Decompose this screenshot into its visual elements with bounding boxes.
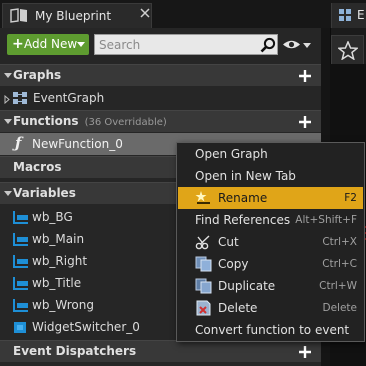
context-menu: Open Graph Open in New Tab Rename F2 Fin… <box>176 142 365 342</box>
section-title: Macros <box>13 160 62 174</box>
menu-item-label: Rename <box>218 191 268 205</box>
menu-item-shortcut: Delete <box>322 302 358 314</box>
collapse-arrow-icon[interactable] <box>4 73 12 78</box>
section-title: Functions (36 Overridable) <box>13 114 167 128</box>
variable-icon <box>12 254 30 271</box>
search-input[interactable] <box>95 35 263 54</box>
search-icon[interactable] <box>260 37 276 56</box>
close-icon[interactable] <box>140 8 152 20</box>
tab-my-blueprint[interactable]: My Blueprint <box>2 3 152 28</box>
menu-item-copy[interactable]: Copy Ctrl+C <box>178 253 363 275</box>
menu-item-duplicate[interactable]: Duplicate Ctrl+W <box>178 275 363 297</box>
book-icon <box>10 8 28 26</box>
menu-item-label: Copy <box>218 257 249 271</box>
add-function-button[interactable] <box>297 114 313 130</box>
menu-item-label: Convert function to event <box>195 323 350 337</box>
add-new-button[interactable]: + Add New <box>7 34 89 55</box>
item-label: wb_Wrong <box>32 298 94 312</box>
duplicate-icon <box>195 278 213 294</box>
menu-item-rename[interactable]: Rename F2 <box>178 187 363 209</box>
add-event-dispatcher-button[interactable] <box>297 344 313 360</box>
functions-section-header[interactable]: Functions (36 Overridable) <box>0 110 321 132</box>
section-title: Graphs <box>13 68 62 82</box>
tab-label: My Blueprint <box>35 9 112 23</box>
plus-icon: + <box>12 36 24 52</box>
chevron-down-icon <box>303 43 311 48</box>
graph-icon <box>12 91 28 108</box>
tab-label: E <box>357 8 365 22</box>
delete-icon <box>195 300 213 316</box>
add-new-label: Add New <box>24 37 78 51</box>
section-title: Event Dispatchers <box>13 344 137 358</box>
eye-icon <box>283 40 300 49</box>
variable-icon <box>12 276 30 293</box>
collapse-arrow-icon[interactable] <box>4 191 12 196</box>
menu-item-label: Find References <box>195 213 291 227</box>
functions-title: Functions <box>13 114 79 128</box>
event-dispatchers-section-header[interactable]: Event Dispatchers <box>0 340 321 362</box>
tab-event-graph[interactable]: E <box>331 3 366 28</box>
graphs-section-header[interactable]: Graphs <box>0 64 321 86</box>
widget-switcher-icon <box>13 321 27 337</box>
menu-item-shortcut: Ctrl+W <box>319 280 357 292</box>
menu-item-cut[interactable]: Cut Ctrl+X <box>178 231 363 253</box>
menu-item-shortcut: F2 <box>344 192 357 204</box>
list-item-eventgraph[interactable]: EventGraph <box>0 87 321 109</box>
menu-item-delete[interactable]: Delete Delete <box>178 297 363 319</box>
scissors-icon <box>195 234 213 250</box>
item-label: wb_Right <box>32 254 88 268</box>
plus-icon <box>299 70 311 82</box>
collapse-arrow-icon[interactable] <box>4 119 12 124</box>
menu-item-label: Duplicate <box>218 279 276 293</box>
menu-item-label: Open Graph <box>195 147 268 161</box>
view-options-button[interactable] <box>282 34 312 55</box>
item-label: NewFunction_0 <box>32 137 123 151</box>
search-box <box>94 34 278 55</box>
plus-icon <box>299 346 311 358</box>
menu-item-shortcut: Ctrl+C <box>322 258 357 270</box>
copy-icon <box>195 256 213 272</box>
variable-icon <box>12 298 30 315</box>
variable-icon <box>12 232 30 249</box>
menu-item-label: Delete <box>218 301 258 315</box>
item-label: EventGraph <box>33 91 105 105</box>
overridable-count: (36 Overridable) <box>84 117 167 128</box>
menu-item-label: Open in New Tab <box>195 169 296 183</box>
item-label: wb_Title <box>32 276 82 290</box>
item-label: WidgetSwitcher_0 <box>32 320 140 334</box>
menu-item-open-graph[interactable]: Open Graph <box>178 143 363 165</box>
menu-item-label: Cut <box>218 235 239 249</box>
expand-arrow-icon[interactable] <box>4 93 10 107</box>
plus-icon <box>299 116 311 128</box>
function-icon: ƒ <box>15 134 22 152</box>
menu-item-shortcut: Ctrl+X <box>322 236 357 248</box>
item-label: wb_Main <box>32 232 85 246</box>
panel-toolbar: + Add New <box>0 28 321 60</box>
star-icon <box>338 41 358 60</box>
menu-item-convert-function-to-event[interactable]: Convert function to event <box>178 319 363 341</box>
tab-strip: My Blueprint E <box>0 0 366 28</box>
graph-icon <box>338 8 352 25</box>
menu-item-find-references[interactable]: Find References Alt+Shift+F <box>178 209 363 231</box>
menu-item-open-in-new-tab[interactable]: Open in New Tab <box>178 165 363 187</box>
rename-icon <box>195 190 213 206</box>
section-title: Variables <box>13 186 76 200</box>
favorite-button[interactable] <box>331 35 364 65</box>
item-label: wb_BG <box>32 210 73 224</box>
menu-item-shortcut: Alt+Shift+F <box>295 214 357 226</box>
add-graph-button[interactable] <box>297 68 313 84</box>
chevron-down-icon <box>77 42 85 47</box>
variable-icon <box>12 210 30 227</box>
